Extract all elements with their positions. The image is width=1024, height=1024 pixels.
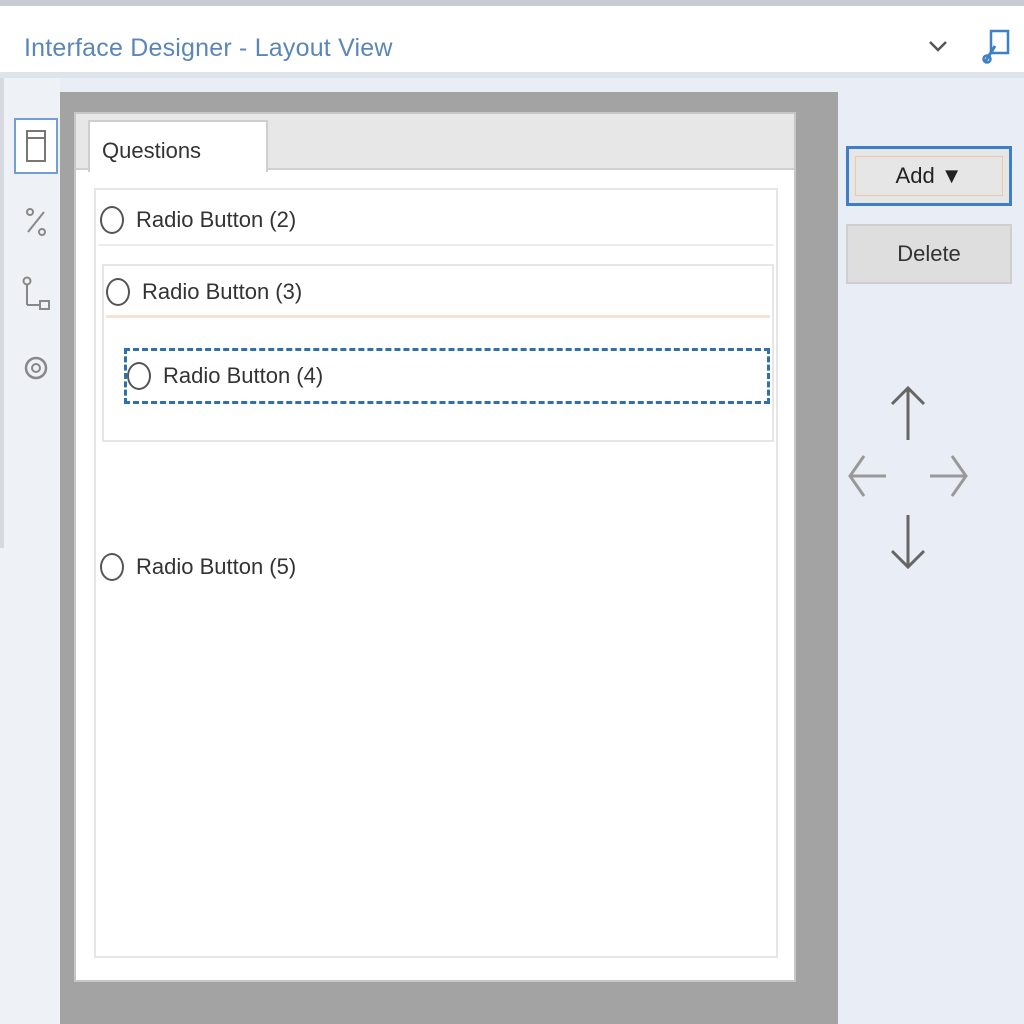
add-button[interactable]: Add ▼	[846, 146, 1012, 206]
radio-label: Radio Button (3)	[142, 278, 303, 304]
tree-view-icon	[22, 276, 50, 310]
radio-button-4-selected[interactable]: Radio Button (4)	[124, 348, 770, 404]
dropdown-caret-icon: ▼	[940, 163, 963, 188]
view-dropdown-button[interactable]	[924, 32, 952, 60]
sidebar-item-layout[interactable]	[14, 118, 58, 174]
sidebar-item-properties[interactable]	[14, 340, 58, 396]
properties-gear-icon	[24, 356, 48, 380]
sidebar-item-actions[interactable]	[14, 194, 58, 250]
radio-button-5[interactable]: Radio Button (5)	[98, 542, 774, 592]
add-button-inner: Add ▼	[854, 156, 1004, 196]
wrench-icon	[982, 29, 1010, 64]
arrow-down-icon	[890, 515, 926, 570]
move-down-button[interactable]	[884, 510, 932, 574]
chevron-down-icon	[929, 41, 947, 52]
sidebar-edge	[0, 78, 4, 548]
radio-group-container: Radio Button (3) Radio Button (4)	[102, 264, 774, 442]
radio-circle[interactable]	[127, 362, 151, 390]
actions-icon	[26, 208, 46, 236]
radio-circle[interactable]	[106, 277, 130, 306]
radio-circle[interactable]	[100, 206, 124, 234]
radio-button-2[interactable]: Radio Button (2)	[98, 196, 774, 246]
delete-button-label: Delete	[897, 241, 961, 266]
window-title: Interface Designer - Layout View	[24, 34, 393, 62]
move-up-button[interactable]	[884, 380, 932, 444]
radio-label: Radio Button (4)	[163, 363, 324, 388]
arrow-up-icon	[890, 385, 926, 440]
layout-view-icon	[26, 130, 46, 162]
arrow-left-icon	[848, 455, 886, 497]
delete-button[interactable]: Delete	[846, 224, 1012, 284]
sidebar-item-tree-view[interactable]	[14, 266, 58, 322]
tool-settings-button[interactable]	[978, 26, 1014, 68]
questions-container: Radio Button (2) Radio Button (3) Radio …	[94, 188, 778, 958]
title-bar: Interface Designer - Layout View	[0, 0, 1024, 78]
move-right-button[interactable]	[924, 446, 972, 506]
radio-label: Radio Button (5)	[136, 554, 297, 579]
arrow-right-icon	[930, 455, 968, 497]
radio-button-3[interactable]: Radio Button (3)	[106, 268, 770, 318]
add-button-label: Add	[895, 163, 935, 188]
tab-questions[interactable]: Questions	[88, 120, 268, 172]
radio-label: Radio Button (2)	[136, 207, 297, 232]
radio-circle[interactable]	[100, 553, 124, 581]
move-left-button[interactable]	[844, 446, 892, 506]
form-panel: Questions Radio Button (2) Radio Button …	[74, 112, 796, 982]
tab-strip: Questions	[76, 114, 794, 172]
